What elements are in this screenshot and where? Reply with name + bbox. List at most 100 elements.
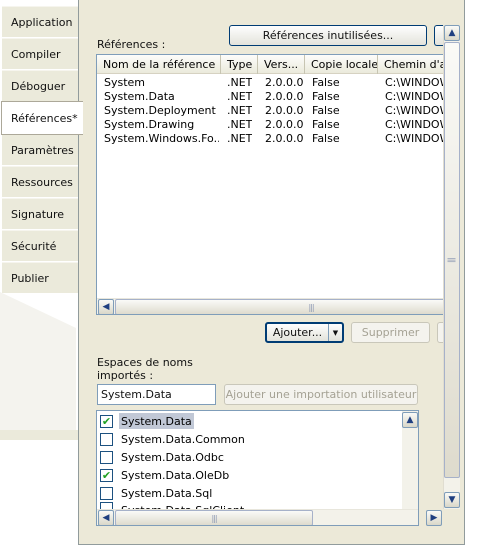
cell-path: C:\WINDOW: [385, 76, 445, 89]
references-hscrollbar[interactable]: ◀ |||: [97, 298, 444, 314]
tab-security[interactable]: Sécurité: [2, 230, 78, 262]
item-label: System.Data.OleDb: [121, 468, 230, 482]
cell-path: C:\WINDOW: [385, 104, 445, 117]
cell-type: .NET: [227, 76, 253, 89]
table-row[interactable]: System .NET 2.0.0.0 False C:\WINDOW: [97, 76, 445, 90]
column-header-path[interactable]: Chemin d'ac: [378, 55, 444, 74]
column-header-copy-local[interactable]: Copie locale: [305, 55, 378, 74]
tab-strip-filler: [0, 292, 76, 432]
cell-name: System.Drawing: [104, 118, 195, 131]
table-row[interactable]: System.Data .NET 2.0.0.0 False C:\WINDOW: [97, 90, 445, 104]
scroll-up-icon[interactable]: ▲: [444, 25, 460, 41]
column-header-type[interactable]: Type: [221, 55, 258, 74]
grip-icon: |||: [308, 302, 314, 312]
cell-type: .NET: [227, 90, 253, 103]
tab-settings[interactable]: Paramètres: [2, 134, 78, 166]
page-vscrollbar[interactable]: ▲ ||| ▼: [443, 25, 460, 509]
scroll-right-icon[interactable]: ▶: [426, 510, 442, 526]
add-user-import-button[interactable]: Ajouter une importation utilisateur: [224, 384, 418, 405]
cell-path: C:\WINDOW: [385, 132, 445, 145]
cell-version: 2.0.0.0: [265, 90, 304, 103]
imported-namespaces-list[interactable]: ✔ System.Data System.Data.Common System.…: [96, 410, 419, 526]
remove-reference-button[interactable]: Supprimer: [351, 322, 430, 343]
table-row[interactable]: System.Drawing .NET 2.0.0.0 False C:\WIN…: [97, 118, 445, 132]
checkbox-checked-icon[interactable]: ✔: [100, 414, 113, 428]
tab-strip: Application Compiler Déboguer Références…: [0, 0, 83, 547]
cell-copy-local: False: [312, 90, 340, 103]
cell-version: 2.0.0.0: [265, 132, 304, 145]
item-label: System.Data.Common: [121, 432, 245, 446]
scroll-left-icon[interactable]: ◀: [98, 510, 114, 525]
dropdown-arrow-icon[interactable]: ▼: [328, 324, 342, 341]
scroll-left-icon[interactable]: ◀: [98, 299, 114, 314]
column-header-name[interactable]: Nom de la référence: [97, 55, 221, 74]
tab-resources[interactable]: Ressources: [2, 166, 78, 198]
item-label: System.Data.Sql: [121, 486, 213, 500]
checkbox-icon[interactable]: [100, 450, 113, 464]
checkbox-icon[interactable]: [100, 432, 113, 446]
scroll-up-icon[interactable]: ▲: [402, 412, 418, 428]
add-reference-label: Ajouter...: [272, 326, 323, 339]
scroll-thumb[interactable]: |||: [115, 299, 444, 314]
cell-path: C:\WINDOW: [385, 118, 445, 131]
cell-name: System: [104, 76, 146, 89]
scroll-thumb[interactable]: |||: [115, 510, 313, 525]
grip-icon: |||: [211, 513, 217, 523]
cell-name: System.Windows.Fo...: [104, 132, 219, 145]
tab-label: Déboguer: [11, 79, 66, 93]
list-item[interactable]: System.Data.Common: [97, 430, 402, 448]
item-label: System.Data.Odbc: [121, 450, 224, 464]
imports-label-line1: Espaces de noms: [97, 356, 193, 369]
cell-type: .NET: [227, 118, 253, 131]
list-item[interactable]: System.Data.Odbc: [97, 448, 402, 466]
cell-type: .NET: [227, 104, 253, 117]
cell-version: 2.0.0.0: [265, 118, 304, 131]
cell-version: 2.0.0.0: [265, 104, 304, 117]
list-item[interactable]: ✔ System.Data.OleDb: [97, 466, 402, 484]
tab-label: Références*: [11, 111, 78, 125]
tab-label: Ressources: [11, 175, 73, 189]
tab-publish[interactable]: Publier: [2, 262, 78, 294]
tab-references[interactable]: Références*: [1, 101, 83, 135]
cell-copy-local: False: [312, 76, 340, 89]
checkbox-icon[interactable]: [100, 486, 113, 500]
tab-signing[interactable]: Signature: [2, 198, 78, 230]
cell-name: System.Data: [104, 90, 175, 103]
imports-hscrollbar[interactable]: ◀ ||| ▶: [97, 509, 418, 525]
table-row[interactable]: System.Windows.Fo... .NET 2.0.0.0 False …: [97, 132, 445, 146]
cell-type: .NET: [227, 132, 253, 145]
cell-name: System.Deployment: [104, 104, 216, 117]
tab-label: Signature: [11, 207, 65, 221]
tab-label: Sécurité: [11, 239, 57, 253]
column-header-version[interactable]: Vers...: [258, 55, 305, 74]
unused-references-button[interactable]: Références inutilisées...: [229, 25, 427, 46]
tab-compile[interactable]: Compiler: [2, 38, 78, 70]
references-label: Références :: [97, 38, 166, 51]
cell-copy-local: False: [312, 118, 340, 131]
list-header: Nom de la référence Type Vers... Copie l…: [97, 55, 444, 74]
checkbox-checked-icon[interactable]: ✔: [100, 468, 113, 482]
imports-vscrollbar[interactable]: ▲: [402, 411, 418, 509]
scroll-thumb[interactable]: |||: [444, 42, 460, 478]
cell-path: C:\WINDOW: [385, 90, 445, 103]
tab-label: Publier: [11, 271, 49, 285]
grip-icon: |||: [447, 257, 457, 263]
cell-copy-local: False: [312, 132, 340, 145]
list-item[interactable]: ✔ System.Data: [97, 412, 402, 430]
imports-label-line2: importés :: [97, 369, 154, 382]
tab-label: Application: [11, 15, 73, 29]
tab-label: Compiler: [11, 47, 61, 61]
tab-application[interactable]: Application: [2, 6, 78, 38]
tab-label: Paramètres: [11, 143, 74, 157]
import-namespace-input[interactable]: System.Data: [97, 384, 216, 405]
list-item[interactable]: System.Data.Sql: [97, 484, 402, 502]
table-row[interactable]: System.Deployment .NET 2.0.0.0 False C:\…: [97, 104, 445, 118]
add-reference-button[interactable]: Ajouter... ▼: [265, 322, 344, 343]
divider: [0, 430, 78, 440]
cell-copy-local: False: [312, 104, 340, 117]
references-list[interactable]: Nom de la référence Type Vers... Copie l…: [96, 54, 445, 315]
cell-version: 2.0.0.0: [265, 76, 304, 89]
scroll-down-icon[interactable]: ▼: [444, 492, 460, 508]
tab-debug[interactable]: Déboguer: [2, 70, 78, 102]
item-label: System.Data: [119, 413, 194, 429]
